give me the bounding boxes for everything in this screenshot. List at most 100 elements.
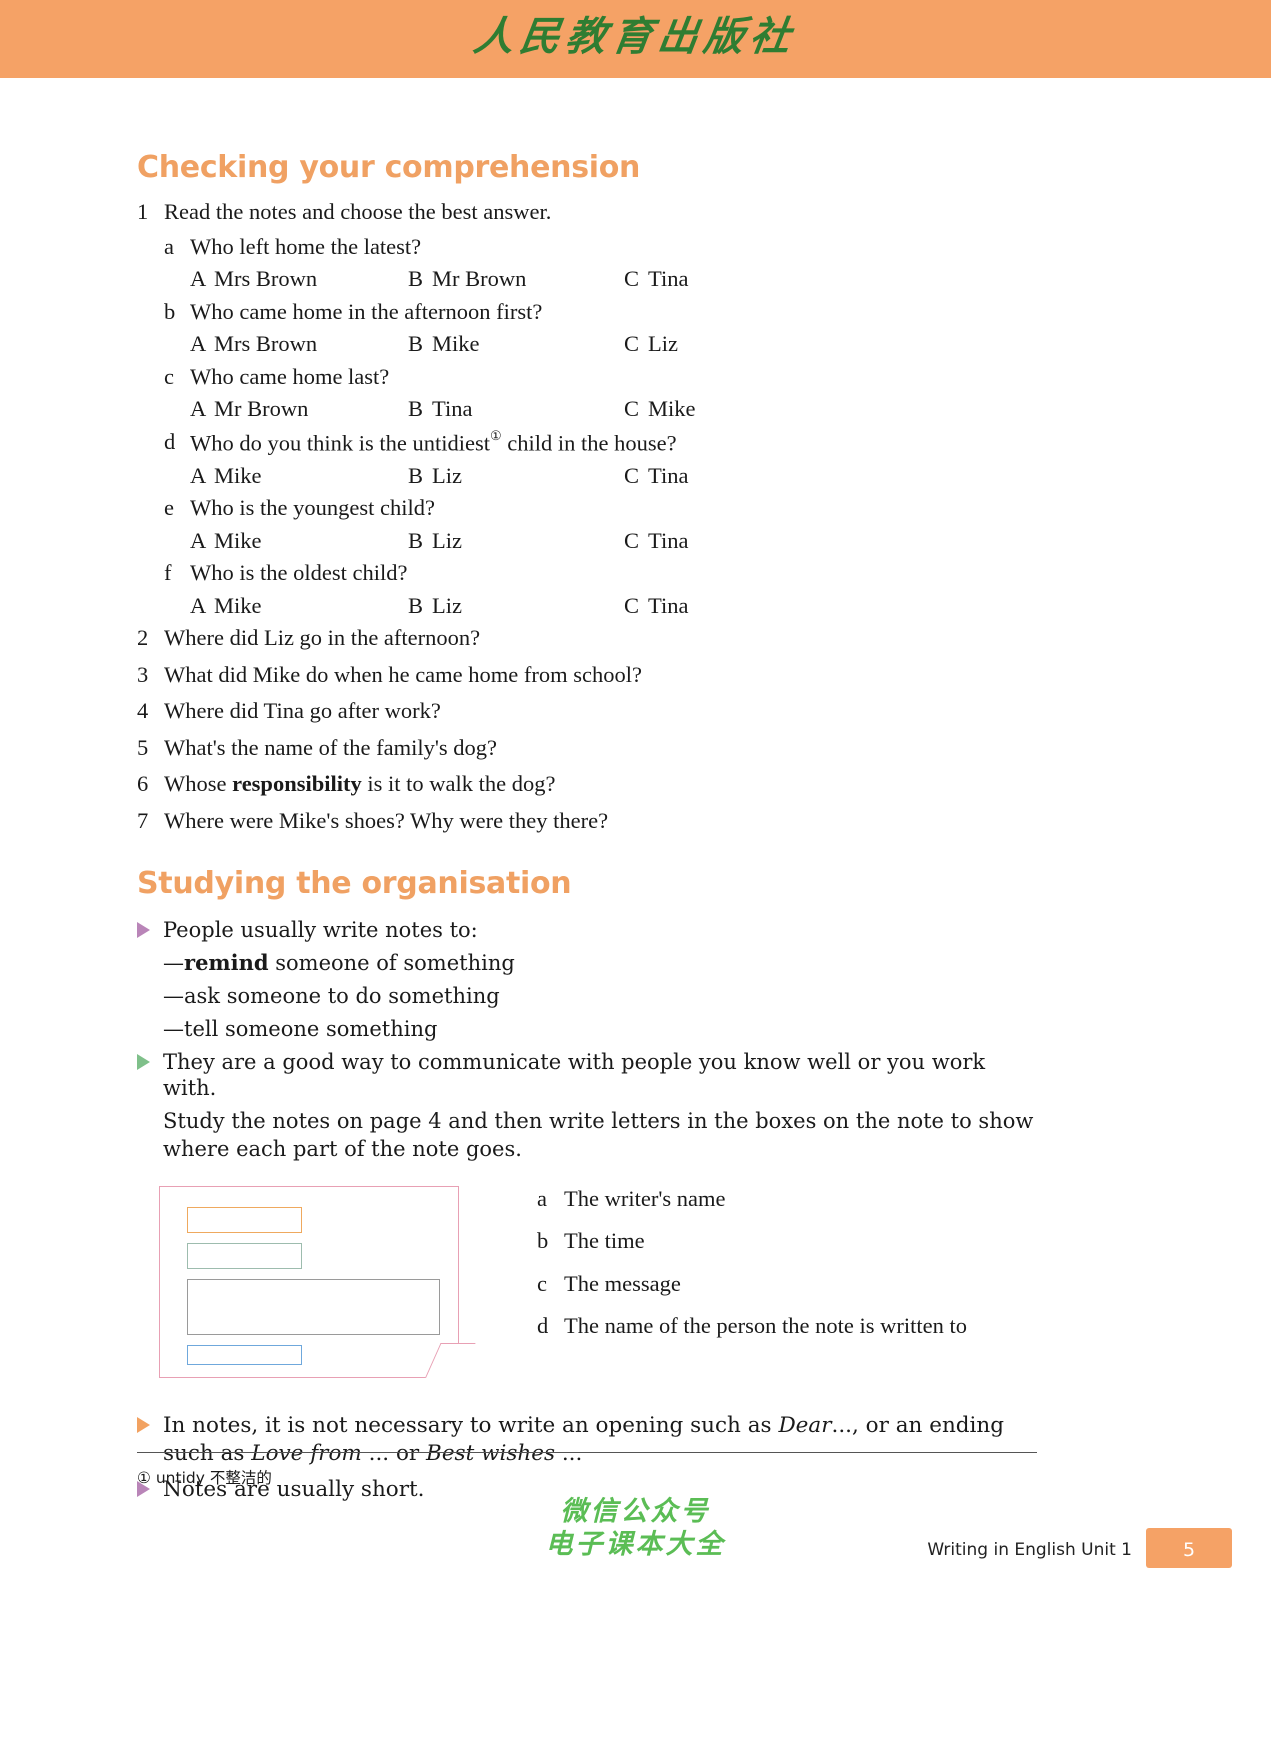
option-b-letter: B [408, 592, 424, 618]
subquestion-d-label: d [164, 428, 176, 454]
option-a[interactable]: A Mrs Brown [190, 266, 408, 291]
option-a-letter: A [190, 527, 207, 553]
option-c-value: Tina [648, 462, 689, 488]
note-label-c-letter: c [537, 1270, 547, 1296]
option-a-letter: A [190, 266, 207, 291]
closing-italic-dear: Dear [778, 1412, 832, 1438]
watermark-line-1: 微信公众号 [560, 1496, 711, 1527]
subquestion-c: c Who came home last? [137, 363, 1037, 389]
note-label-b: b The time [537, 1230, 967, 1253]
organisation-heading: Studying the organisation [137, 866, 572, 901]
subquestion-b-block: b Who came home in the afternoon first? … [137, 300, 1037, 356]
arrow-bullet-icon [137, 917, 163, 944]
option-b[interactable]: B Liz [408, 527, 624, 553]
option-c[interactable]: C Tina [624, 266, 804, 291]
subquestion-c-label: c [164, 363, 174, 389]
note-label-a: a The writer's name [537, 1187, 967, 1211]
note-label-d-letter: d [537, 1313, 549, 1339]
option-c[interactable]: C Tina [624, 592, 804, 618]
option-b[interactable]: B Tina [408, 396, 624, 421]
option-c-value: Tina [648, 592, 689, 618]
option-a-value: Mike [214, 462, 262, 488]
subquestion-e-options: A Mike B Liz C Tina [137, 527, 1037, 553]
note-box-message[interactable] [187, 1278, 440, 1335]
note-part-labels: a The writer's name b The time c The mes… [537, 1186, 967, 1378]
dash-item-remind-bold: remind [184, 949, 269, 975]
option-a-letter: A [190, 331, 207, 356]
subquestion-d-text-after: child in the house? [501, 430, 677, 455]
option-c-letter: C [624, 592, 640, 618]
dash-item-remind-rest: someone of something [268, 950, 515, 975]
option-b[interactable]: B Mike [408, 332, 624, 356]
dash-item-remind: —remind someone of something [137, 950, 1037, 977]
option-c-value: Tina [648, 527, 689, 553]
question-2-text: Where did Liz go in the afternoon? [164, 625, 481, 650]
option-a[interactable]: A Mrs Brown [190, 331, 408, 356]
option-a[interactable]: A Mike [190, 462, 408, 488]
note-box-time[interactable] [187, 1206, 302, 1233]
subquestion-d: d Who do you think is the untidiest① chi… [137, 427, 1037, 455]
option-b[interactable]: B Liz [408, 592, 624, 618]
publisher-banner: 人民教育出版社 [0, 0, 1271, 78]
option-c[interactable]: C Liz [624, 331, 804, 356]
option-c-value: Liz [648, 331, 678, 356]
option-a-value: Mrs Brown [214, 266, 318, 291]
subquestion-b: b Who came home in the afternoon first? [137, 300, 1037, 324]
option-b-letter: B [408, 396, 424, 421]
study-instruction: Study the notes on page 4 and then write… [163, 1109, 1034, 1161]
subquestion-e-text: Who is the youngest child? [190, 495, 435, 520]
note-label-b-letter: b [537, 1228, 549, 1254]
option-a-letter: A [190, 592, 207, 618]
option-a[interactable]: A Mike [190, 527, 408, 553]
option-b-value: Liz [432, 592, 462, 618]
question-1-number: 1 [137, 199, 149, 224]
footnote-translation: 不整洁的 [209, 1469, 272, 1487]
question-1-prompt: Read the notes and choose the best answe… [164, 199, 552, 224]
option-a-value: Mike [214, 592, 262, 618]
option-c-letter: C [624, 266, 640, 291]
question-4-number: 4 [137, 698, 149, 723]
option-a-letter: A [190, 462, 207, 488]
question-6-number: 6 [137, 771, 149, 796]
footnote-term: untidy [155, 1469, 205, 1487]
question-6-text-before: Whose [164, 771, 233, 796]
subquestion-d-text-before: Who do you think is the untidiest [190, 430, 490, 455]
note-box-writer[interactable] [187, 1344, 302, 1365]
note-diagram [159, 1185, 476, 1379]
page-content: Checking your comprehension 1 Read the n… [137, 150, 1037, 1512]
option-b[interactable]: B Mr Brown [408, 266, 624, 291]
option-a-letter: A [190, 396, 207, 421]
option-a[interactable]: A Mike [190, 592, 408, 618]
option-c-value: Tina [648, 266, 689, 291]
subquestion-f-text: Who is the oldest child? [190, 560, 408, 585]
option-a[interactable]: A Mr Brown [190, 396, 408, 421]
dash-glyph: — [163, 950, 184, 975]
dash-glyph: — [163, 1016, 184, 1041]
option-a-value: Mr Brown [214, 396, 309, 421]
subquestion-c-block: c Who came home last? A Mr Brown B Tina … [137, 363, 1037, 421]
footnote-divider [137, 1452, 1037, 1453]
note-label-c: c The message [537, 1270, 967, 1296]
footnote-marker-icon: ① [489, 427, 502, 443]
arrow-bullet-icon [137, 1412, 163, 1468]
closing-part4: ... [554, 1440, 583, 1466]
question-4: 4 Where did Tina go after work? [137, 698, 1037, 723]
option-c[interactable]: C Mike [624, 397, 804, 421]
note-box-recipient[interactable] [187, 1242, 302, 1269]
closing-italic-love-from: Love from [251, 1440, 362, 1466]
option-b-value: Mr Brown [432, 266, 527, 291]
dash-item-ask: —ask someone to do something [137, 983, 1037, 1010]
option-b[interactable]: B Liz [408, 464, 624, 488]
question-5-number: 5 [137, 734, 149, 760]
closing-italic-best-wishes: Best wishes [426, 1440, 555, 1466]
option-b-letter: B [408, 527, 424, 553]
question-5: 5 What's the name of the family's dog? [137, 734, 1037, 760]
option-c[interactable]: C Tina [624, 462, 804, 488]
question-3: 3 What did Mike do when he came home fro… [137, 663, 1037, 687]
subquestion-a-block: a Who left home the latest? A Mrs Brown … [137, 235, 1037, 291]
closing-bullets: In notes, it is not necessary to write a… [137, 1412, 1037, 1504]
option-c[interactable]: C Tina [624, 527, 804, 553]
subquestion-a-options: A Mrs Brown B Mr Brown C Tina [137, 266, 1037, 291]
option-b-value: Liz [432, 527, 462, 553]
note-label-b-text: The time [564, 1228, 645, 1254]
